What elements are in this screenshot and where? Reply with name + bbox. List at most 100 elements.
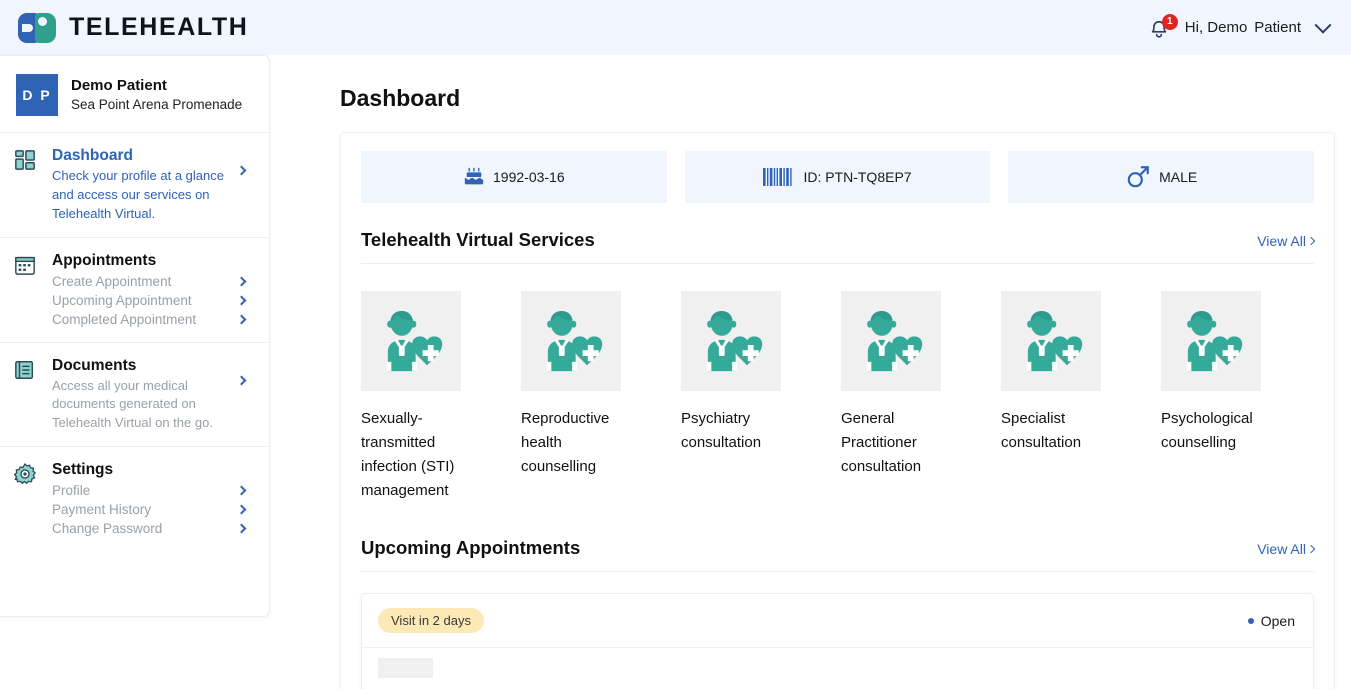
info-card-gender: MALE — [1008, 151, 1315, 203]
male-gender-icon — [1125, 164, 1151, 190]
services-view-all-link[interactable]: View All — [1257, 233, 1316, 249]
status-dot-icon — [1247, 617, 1254, 624]
barcode-icon — [763, 166, 795, 188]
sidebar-nav-scroll[interactable]: Dashboard Check your profile at a glance… — [0, 133, 269, 636]
sidebar-desc-dashboard: Check your profile at a glance and acces… — [52, 168, 224, 221]
appointment-card-header: Visit in 2 days Open — [362, 594, 1313, 648]
sidebar-sublabel: Profile — [52, 483, 91, 499]
doctor-heart-icon — [1161, 291, 1261, 391]
services-section-header: Telehealth Virtual Services View All — [361, 229, 1316, 251]
sidebar-sublabel: Completed Appointment — [52, 311, 197, 327]
service-card[interactable]: Sexually-transmitted infection (STI) man… — [361, 291, 461, 503]
notification-badge: 1 — [1161, 13, 1178, 30]
appointment-status-label: Open — [1260, 612, 1295, 629]
sidebar-title-settings: Settings — [52, 461, 114, 479]
app-header: TELEHEALTH 1 Hi, Demo Patient — [0, 0, 1351, 55]
chevron-right-icon — [1306, 544, 1316, 554]
appointments-title: Upcoming Appointments — [361, 537, 581, 558]
sidebar-subitem-completed-appointment[interactable]: Completed Appointment — [52, 310, 255, 329]
sidebar-item-documents[interactable]: Documents Access all your medical docume… — [0, 343, 269, 448]
doctor-heart-icon — [361, 291, 461, 391]
appointments-view-all-link[interactable]: View All — [1257, 541, 1316, 557]
service-label: Specialist consultation — [1001, 410, 1082, 451]
calendar-icon — [14, 252, 40, 329]
sidebar-sublabel: Create Appointment — [52, 273, 172, 289]
service-card[interactable]: Specialist consultation — [1001, 291, 1101, 503]
sidebar-title-documents: Documents — [52, 356, 137, 374]
chevron-right-icon[interactable] — [236, 295, 247, 305]
notifications-button[interactable]: 1 — [1148, 13, 1178, 43]
gear-icon — [14, 461, 40, 538]
sidebar-sublabel: Change Password — [52, 521, 163, 537]
info-card-gender-value: MALE — [1159, 169, 1198, 185]
doctor-heart-icon — [681, 291, 781, 391]
service-label: Reproductive health counselling — [521, 410, 610, 475]
services-title: Telehealth Virtual Services — [361, 229, 595, 250]
chevron-right-icon[interactable] — [236, 523, 247, 534]
services-list: Sexually-transmitted infection (STI) man… — [361, 291, 1314, 503]
chevron-right-icon[interactable] — [236, 276, 247, 286]
dashboard-panel: 1992-03-16 ID: PTN-TQ8EP7 MALE Telehealt… — [340, 132, 1335, 689]
service-label: Psychiatry consultation — [681, 410, 762, 451]
sidebar-desc-documents: Access all your medical documents genera… — [52, 377, 213, 431]
sidebar-subitem-profile[interactable]: Profile — [52, 481, 255, 500]
status-badge: Visit in 2 days — [378, 608, 484, 633]
appointments-view-all-label: View All — [1257, 541, 1306, 557]
sidebar-item-dashboard[interactable]: Dashboard Check your profile at a glance… — [0, 133, 269, 238]
info-card-dob: 1992-03-16 — [361, 151, 667, 203]
chevron-right-icon[interactable] — [236, 504, 247, 515]
sidebar: D P Demo Patient Sea Point Arena Promena… — [0, 55, 270, 617]
page-title: Dashboard — [340, 85, 461, 111]
sidebar-subitem-change-password[interactable]: Change Password — [52, 519, 255, 538]
user-greeting[interactable]: Hi, Demo Patient — [1185, 19, 1301, 36]
sidebar-profile[interactable]: D P Demo Patient Sea Point Arena Promena… — [0, 56, 269, 133]
info-card-patient-id-value: ID: PTN-TQ8EP7 — [803, 169, 912, 185]
dashboard-grid-icon — [14, 147, 40, 224]
doctor-heart-icon — [841, 291, 941, 391]
birthday-cake-icon — [463, 166, 485, 188]
info-card-dob-value: 1992-03-16 — [493, 169, 565, 185]
sidebar-subitem-upcoming-appointment[interactable]: Upcoming Appointment — [52, 291, 255, 310]
chevron-right-icon[interactable] — [236, 485, 247, 496]
service-card[interactable]: Psychiatry consultation — [681, 291, 781, 503]
telehealth-logo-icon — [18, 12, 56, 43]
sidebar-subitem-payment-history[interactable]: Payment History — [52, 500, 255, 519]
appointment-status: Open — [1247, 612, 1295, 629]
appointments-section-header: Upcoming Appointments View All — [361, 537, 1316, 559]
service-label: General Practitioner consultation — [841, 410, 922, 475]
chevron-right-icon[interactable] — [236, 165, 247, 176]
info-card-patient-id: ID: PTN-TQ8EP7 — [684, 151, 991, 203]
profile-address: Sea Point Arena Promenade — [71, 97, 243, 113]
sidebar-item-appointments[interactable]: Appointments Create Appointment Upcoming… — [0, 238, 269, 343]
sidebar-title-dashboard: Dashboard — [52, 147, 133, 164]
chevron-right-icon[interactable] — [236, 375, 247, 385]
service-card[interactable]: Reproductive health counselling — [521, 291, 621, 503]
service-label: Psychological counselling — [1161, 410, 1253, 451]
chevron-right-icon — [1306, 236, 1316, 246]
main-content: Dashboard 1992-03-16 ID: PTN-TQ8EP7 MALE… — [300, 55, 1351, 689]
user-name: Patient — [1254, 19, 1301, 36]
sidebar-item-settings[interactable]: Settings Profile Payment History Change … — [0, 447, 269, 551]
sidebar-title-appointments: Appointments — [52, 251, 157, 269]
service-label: Sexually-transmitted infection (STI) man… — [361, 410, 455, 499]
doctor-heart-icon — [521, 291, 621, 391]
documents-icon — [14, 357, 40, 434]
chevron-down-icon[interactable] — [1314, 16, 1332, 34]
services-view-all-label: View All — [1257, 233, 1306, 249]
doctor-heart-icon — [1001, 291, 1101, 391]
appointment-card-body — [362, 648, 1313, 689]
sidebar-sublabel: Payment History — [52, 502, 152, 518]
service-card[interactable]: Psychological counselling — [1161, 291, 1261, 503]
services-divider — [361, 263, 1314, 264]
profile-name: Demo Patient — [71, 76, 167, 94]
patient-info-cards: 1992-03-16 ID: PTN-TQ8EP7 MALE — [361, 151, 1315, 203]
greeting-text: Hi, Demo — [1184, 19, 1248, 36]
appointment-card[interactable]: Visit in 2 days Open — [361, 593, 1314, 689]
service-card[interactable]: General Practitioner consultation — [841, 291, 941, 503]
appointment-thumbnail — [378, 658, 433, 678]
sidebar-sublabel: Upcoming Appointment — [52, 292, 192, 308]
brand-name: TELEHEALTH — [69, 13, 249, 41]
appointments-divider — [361, 571, 1314, 572]
sidebar-subitem-create-appointment[interactable]: Create Appointment — [52, 272, 255, 291]
chevron-right-icon[interactable] — [236, 314, 247, 324]
